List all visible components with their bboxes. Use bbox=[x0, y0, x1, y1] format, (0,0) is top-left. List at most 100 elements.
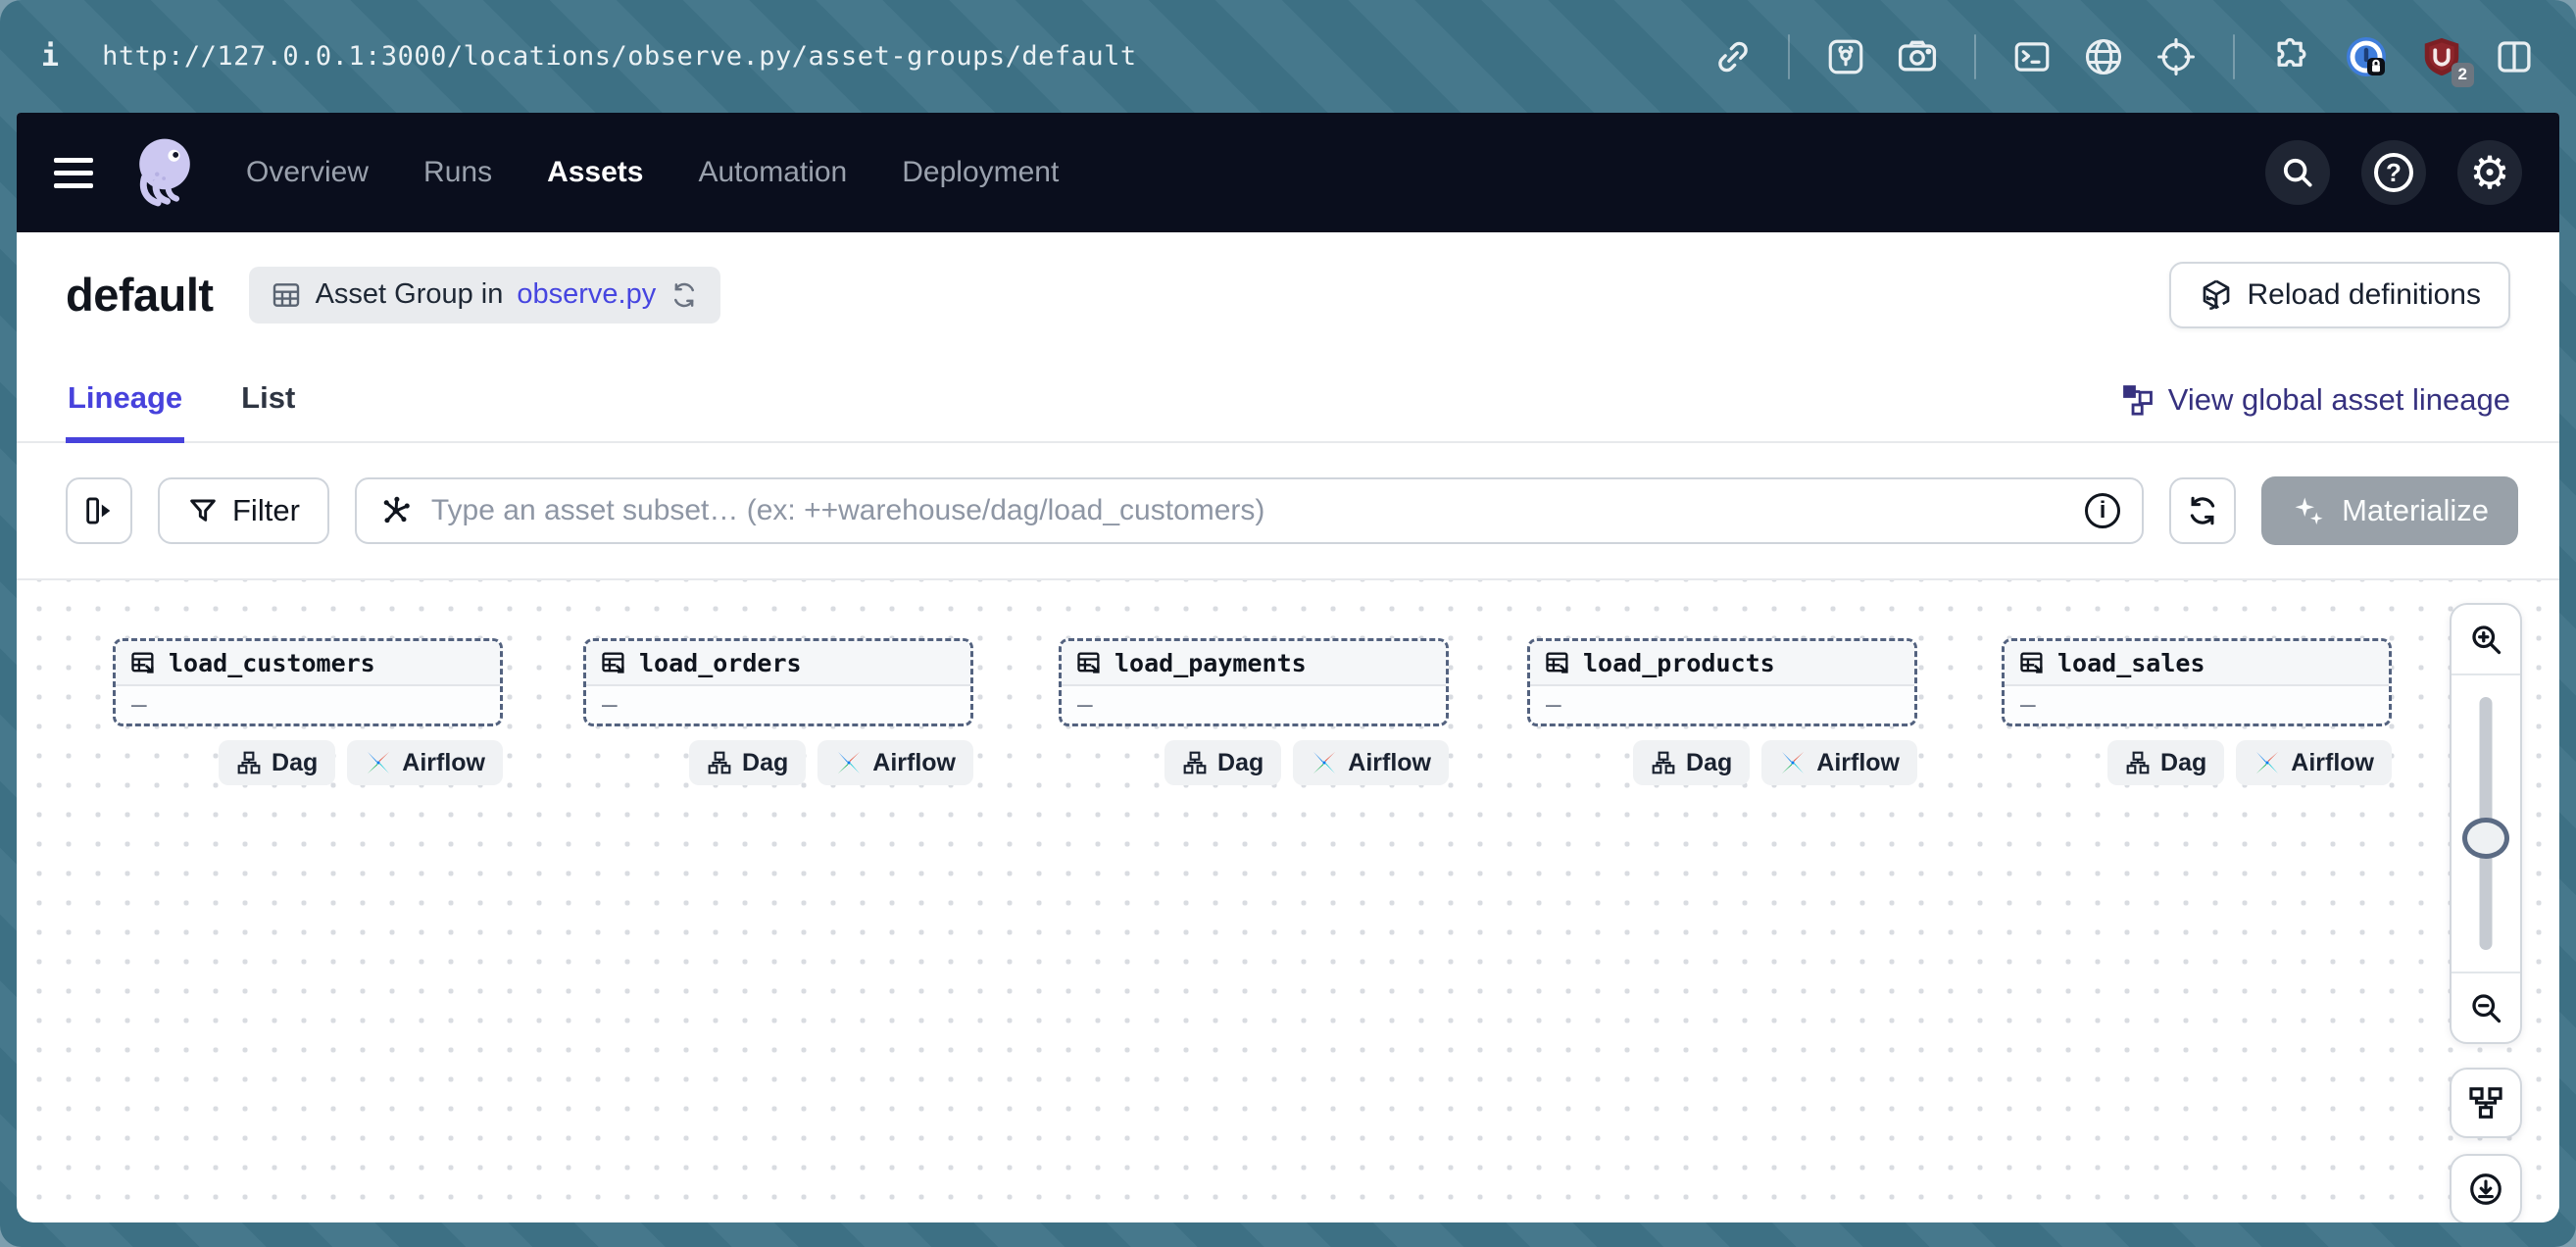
asset-table-icon bbox=[129, 649, 157, 676]
target-picker-icon[interactable] bbox=[2155, 35, 2198, 78]
nav-item-runs[interactable]: Runs bbox=[423, 156, 492, 189]
tag-airflow[interactable]: Airflow bbox=[1293, 740, 1449, 785]
zoom-control-panel bbox=[2450, 603, 2522, 1044]
code-location-link[interactable]: observe.py bbox=[517, 278, 656, 311]
asset-group-badge: Asset Group in observe.py bbox=[249, 267, 721, 324]
terminal-icon[interactable] bbox=[2011, 36, 2053, 77]
adblock-shield-icon[interactable]: 2 bbox=[2419, 34, 2464, 79]
tag-dag[interactable]: Dag bbox=[689, 740, 806, 785]
tabs-row: Lineage List View global asset lineage bbox=[17, 343, 2559, 443]
nav-links: Overview Runs Assets Automation Deployme… bbox=[246, 156, 1059, 189]
panel-expand-icon bbox=[82, 494, 116, 527]
airflow-icon bbox=[835, 749, 863, 776]
reload-location-icon[interactable] bbox=[669, 280, 699, 310]
view-global-asset-lineage-link[interactable]: View global asset lineage bbox=[2121, 382, 2510, 441]
browser-window: i http://127.0.0.1:3000/locations/observ… bbox=[0, 0, 2576, 1247]
asset-node-load-sales[interactable]: load_sales – bbox=[2002, 638, 2392, 726]
tag-airflow[interactable]: Airflow bbox=[1761, 740, 1917, 785]
dag-icon bbox=[236, 750, 262, 775]
asset-name: load_products bbox=[1583, 649, 1775, 677]
dag-icon bbox=[2125, 750, 2151, 775]
asset-node-load-payments[interactable]: load_payments – bbox=[1059, 638, 1449, 726]
zoom-slider[interactable] bbox=[2452, 675, 2520, 972]
help-button[interactable]: ? bbox=[2361, 140, 2426, 205]
asset-node-load-customers[interactable]: load_customers – bbox=[113, 638, 503, 726]
download-icon bbox=[2467, 1171, 2504, 1208]
tag-dag[interactable]: Dag bbox=[2107, 740, 2224, 785]
tag-dag[interactable]: Dag bbox=[219, 740, 335, 785]
screenshot-gallery-icon[interactable] bbox=[1825, 36, 1866, 77]
page-title: default bbox=[66, 268, 214, 322]
copy-link-icon[interactable] bbox=[1713, 37, 1753, 76]
nav-item-deployment[interactable]: Deployment bbox=[902, 156, 1059, 189]
asset-node-group: load_customers – Dag bbox=[113, 638, 503, 785]
zoom-slider-handle[interactable] bbox=[2462, 818, 2509, 859]
cube-reload-icon bbox=[2199, 277, 2234, 313]
asset-table-icon bbox=[1075, 649, 1103, 676]
search-button[interactable] bbox=[2265, 140, 2330, 205]
materialize-button[interactable]: Materialize bbox=[2261, 476, 2518, 545]
zoom-in-icon bbox=[2468, 622, 2503, 657]
reload-definitions-button[interactable]: Reload definitions bbox=[2169, 262, 2511, 328]
asset-subset-searchbox: i bbox=[355, 477, 2144, 544]
badge-text: Asset Group in bbox=[316, 278, 504, 311]
asset-subset-input[interactable] bbox=[431, 494, 2067, 527]
dag-icon bbox=[1182, 750, 1208, 775]
nav-item-assets[interactable]: Assets bbox=[547, 156, 643, 189]
asset-table-icon bbox=[600, 649, 627, 676]
asset-status: – bbox=[586, 686, 970, 723]
download-image-button[interactable] bbox=[2450, 1154, 2522, 1222]
asset-status: – bbox=[1530, 686, 1914, 723]
zoom-in-button[interactable] bbox=[2452, 605, 2520, 675]
sidebar-toggle-icon[interactable] bbox=[2494, 36, 2535, 77]
tab-list[interactable]: List bbox=[239, 380, 297, 441]
asset-node-group: load_sales – Dag bbox=[2002, 638, 2392, 785]
filter-button[interactable]: Filter bbox=[158, 477, 329, 544]
asset-status: – bbox=[1062, 686, 1446, 723]
tab-lineage[interactable]: Lineage bbox=[66, 380, 184, 441]
topbar-divider bbox=[1974, 34, 1976, 79]
asset-node-load-products[interactable]: load_products – bbox=[1527, 638, 1917, 726]
tag-airflow[interactable]: Airflow bbox=[817, 740, 973, 785]
lineage-canvas[interactable]: load_customers – Dag bbox=[17, 580, 2559, 1222]
help-icon: ? bbox=[2374, 153, 2413, 192]
hamburger-menu-icon[interactable] bbox=[54, 158, 93, 188]
page-info-icon[interactable]: i bbox=[41, 39, 59, 74]
asset-node-group: load_products – Dag bbox=[1527, 638, 1917, 785]
url-bar[interactable]: http://127.0.0.1:3000/locations/observe.… bbox=[102, 41, 1137, 72]
airflow-icon bbox=[2254, 749, 2281, 776]
password-manager-icon[interactable] bbox=[2343, 33, 2390, 80]
nav-item-overview[interactable]: Overview bbox=[246, 156, 369, 189]
table-icon bbox=[271, 279, 302, 311]
airflow-icon bbox=[1311, 749, 1338, 776]
tag-airflow[interactable]: Airflow bbox=[2236, 740, 2392, 785]
syntax-info-icon[interactable]: i bbox=[2085, 493, 2120, 528]
browser-topbar: i http://127.0.0.1:3000/locations/observ… bbox=[0, 0, 2576, 113]
asset-status: – bbox=[2005, 686, 2389, 723]
refresh-graph-button[interactable] bbox=[2169, 477, 2236, 544]
open-side-panel-button[interactable] bbox=[66, 477, 132, 544]
nav-item-automation[interactable]: Automation bbox=[698, 156, 847, 189]
rearrange-layout-button[interactable] bbox=[2450, 1068, 2522, 1138]
dagster-logo-icon[interactable] bbox=[123, 130, 207, 215]
lineage-toolbar: Filter i bbox=[17, 443, 2559, 580]
tag-dag[interactable]: Dag bbox=[1164, 740, 1281, 785]
settings-button[interactable]: ⚙ bbox=[2457, 140, 2522, 205]
globe-icon[interactable] bbox=[2082, 35, 2125, 78]
zoom-out-button[interactable] bbox=[2452, 972, 2520, 1042]
tag-dag[interactable]: Dag bbox=[1633, 740, 1750, 785]
refresh-icon bbox=[2186, 494, 2219, 527]
gear-icon: ⚙ bbox=[2469, 150, 2509, 195]
asset-status: – bbox=[116, 686, 500, 723]
camera-icon[interactable] bbox=[1896, 35, 1939, 78]
asset-node-load-orders[interactable]: load_orders – bbox=[583, 638, 973, 726]
asset-name: load_orders bbox=[639, 649, 802, 677]
global-lineage-icon bbox=[2121, 383, 2155, 417]
dag-icon bbox=[707, 750, 732, 775]
filter-funnel-icon bbox=[187, 495, 219, 526]
asset-node-group: load_payments – Dag bbox=[1059, 638, 1449, 785]
extensions-puzzle-icon[interactable] bbox=[2270, 35, 2313, 78]
asset-graph-icon bbox=[378, 493, 414, 528]
graph-layout-icon bbox=[2467, 1084, 2504, 1122]
tag-airflow[interactable]: Airflow bbox=[347, 740, 503, 785]
